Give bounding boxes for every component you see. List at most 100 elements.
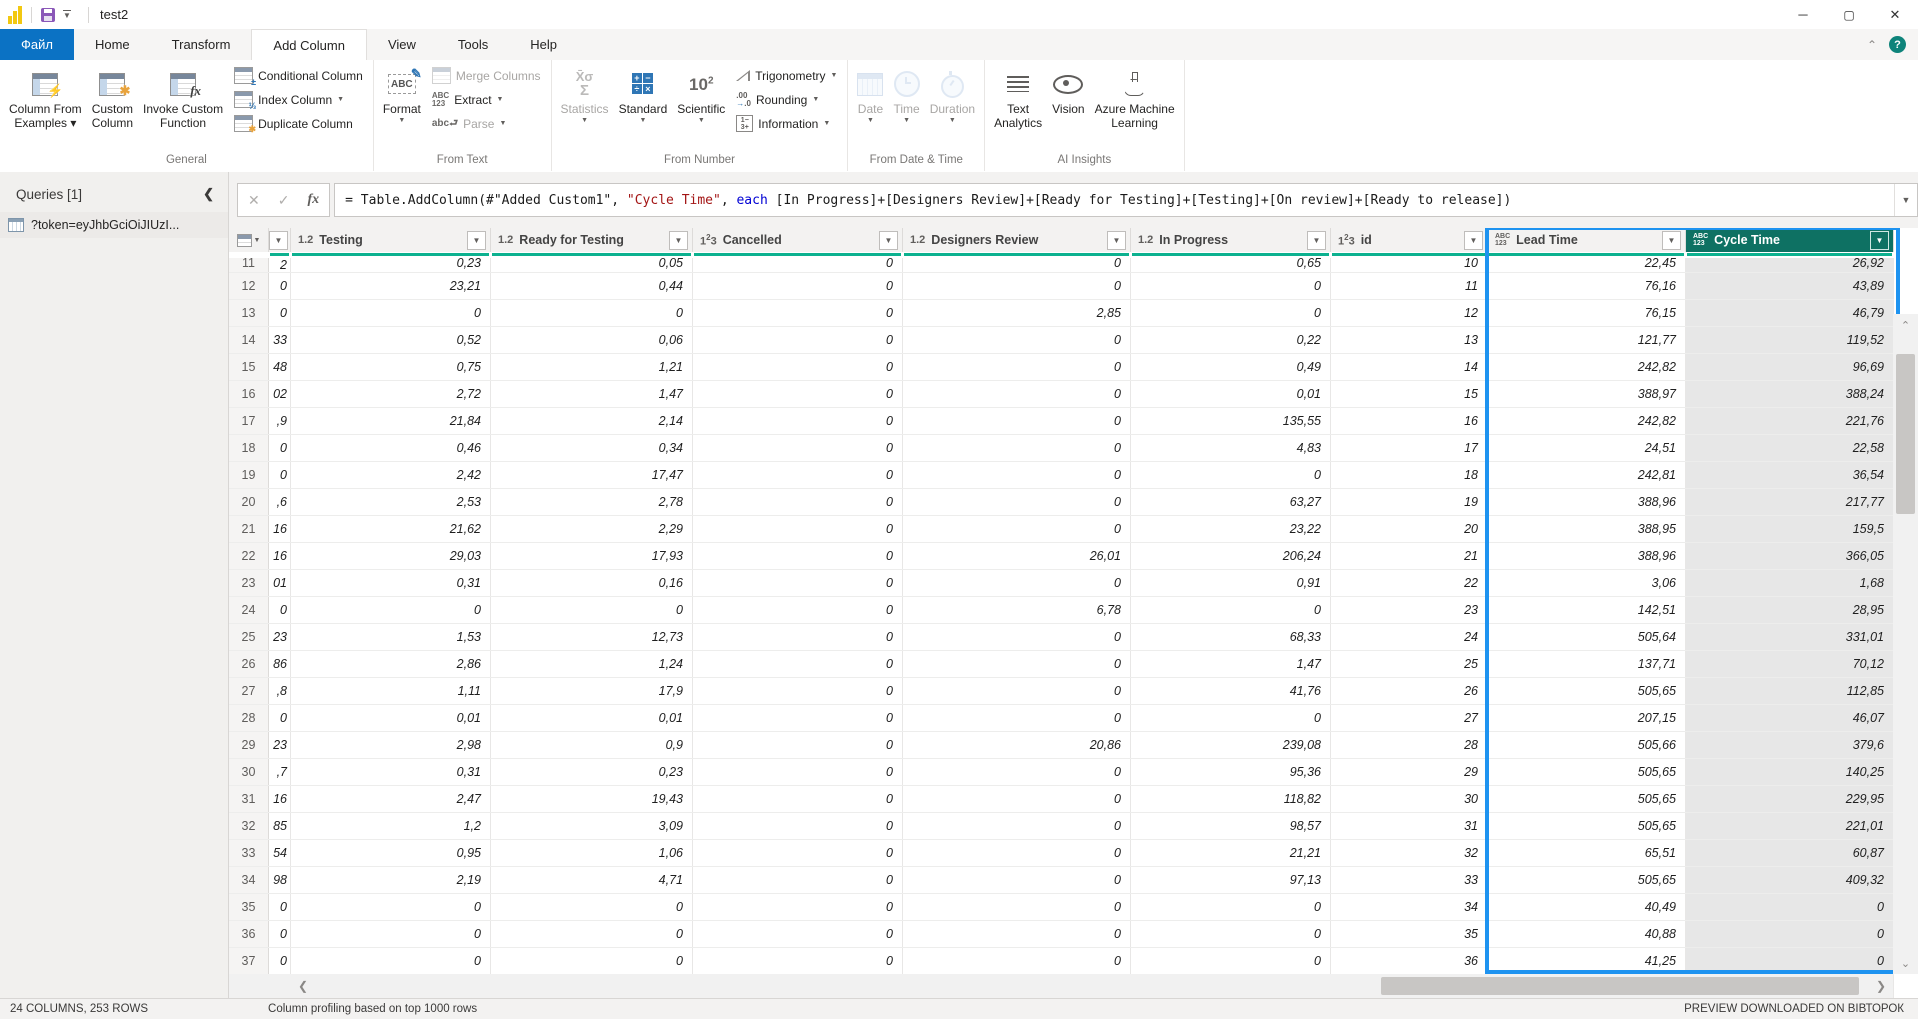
- row-number[interactable]: 23: [229, 570, 269, 596]
- cell-lead-time[interactable]: 505,65: [1488, 786, 1686, 812]
- row-number[interactable]: 14: [229, 327, 269, 353]
- cell-testing[interactable]: 21,84: [291, 408, 491, 434]
- cell-ready-for-testing[interactable]: 0: [491, 921, 693, 947]
- cell-cycle-time[interactable]: 28,95: [1686, 597, 1894, 623]
- cell-lead-time[interactable]: 505,66: [1488, 732, 1686, 758]
- cell-in-progress[interactable]: 4,83: [1131, 435, 1331, 461]
- vertical-scrollbar[interactable]: ⌃ ⌄: [1893, 314, 1918, 974]
- vision-button[interactable]: Vision: [1047, 63, 1089, 151]
- row-number[interactable]: 33: [229, 840, 269, 866]
- cell-testing[interactable]: 2,86: [291, 651, 491, 677]
- quick-access-toolbar-dropdown-icon[interactable]: ▼: [63, 10, 71, 20]
- cell-testing[interactable]: 0,31: [291, 759, 491, 785]
- cell-lead-time[interactable]: 22,45: [1488, 258, 1686, 272]
- cell-ready-for-testing[interactable]: 2,14: [491, 408, 693, 434]
- azure-machine-learning-button[interactable]: Azure Machine Learning: [1090, 63, 1180, 151]
- cell-clipped[interactable]: 0: [269, 597, 291, 623]
- cell-lead-time[interactable]: 505,65: [1488, 678, 1686, 704]
- column-header-cycle-time[interactable]: ABC123Cycle Time▼: [1686, 228, 1894, 252]
- cell-ready-for-testing[interactable]: 1,47: [491, 381, 693, 407]
- cell-in-progress[interactable]: 95,36: [1131, 759, 1331, 785]
- cell-clipped[interactable]: 16: [269, 543, 291, 569]
- row-number[interactable]: 32: [229, 813, 269, 839]
- cell-testing[interactable]: 29,03: [291, 543, 491, 569]
- cell-clipped[interactable]: 0: [269, 894, 291, 920]
- cell-id[interactable]: 33: [1331, 867, 1488, 893]
- cell-cancelled[interactable]: 0: [693, 300, 903, 326]
- cell-testing[interactable]: 0,46: [291, 435, 491, 461]
- cell-testing[interactable]: 0: [291, 921, 491, 947]
- cell-cancelled[interactable]: 0: [693, 327, 903, 353]
- cell-lead-time[interactable]: 388,97: [1488, 381, 1686, 407]
- select-all-corner-cell[interactable]: ▼: [229, 228, 269, 252]
- cell-cancelled[interactable]: 0: [693, 921, 903, 947]
- cell-lead-time[interactable]: 388,96: [1488, 489, 1686, 515]
- extract-button[interactable]: ABC123Extract▼: [432, 89, 541, 110]
- cell-id[interactable]: 34: [1331, 894, 1488, 920]
- cell-clipped[interactable]: ,6: [269, 489, 291, 515]
- cell-id[interactable]: 35: [1331, 921, 1488, 947]
- tab-tools[interactable]: Tools: [437, 29, 509, 60]
- cell-in-progress[interactable]: 1,47: [1131, 651, 1331, 677]
- statistics-button[interactable]: X̄σΣStatistics▼: [556, 63, 614, 151]
- cell-in-progress[interactable]: 41,76: [1131, 678, 1331, 704]
- cell-lead-time[interactable]: 388,96: [1488, 543, 1686, 569]
- cell-in-progress[interactable]: 118,82: [1131, 786, 1331, 812]
- cell-cycle-time[interactable]: 331,01: [1686, 624, 1894, 650]
- cell-designers-review[interactable]: 0: [903, 462, 1131, 488]
- cell-designers-review[interactable]: 0: [903, 273, 1131, 299]
- cell-cycle-time[interactable]: 221,76: [1686, 408, 1894, 434]
- text-analytics-button[interactable]: Text Analytics: [989, 63, 1047, 151]
- cell-id[interactable]: 15: [1331, 381, 1488, 407]
- tab-add-column[interactable]: Add Column: [251, 29, 367, 60]
- save-icon[interactable]: [41, 8, 55, 22]
- trigonometry-button[interactable]: Trigonometry▼: [736, 65, 837, 86]
- cell-lead-time[interactable]: 505,65: [1488, 759, 1686, 785]
- cell-cycle-time[interactable]: 0: [1686, 948, 1894, 974]
- cell-designers-review[interactable]: 0: [903, 786, 1131, 812]
- cell-cycle-time[interactable]: 26,92: [1686, 258, 1894, 272]
- custom-column-button[interactable]: ✱Custom Column: [87, 63, 138, 151]
- tab-transform[interactable]: Transform: [151, 29, 252, 60]
- tab-home[interactable]: Home: [74, 29, 151, 60]
- cell-in-progress[interactable]: 0: [1131, 273, 1331, 299]
- cell-in-progress[interactable]: 135,55: [1131, 408, 1331, 434]
- cell-ready-for-testing[interactable]: 0,06: [491, 327, 693, 353]
- cell-in-progress[interactable]: 0,65: [1131, 258, 1331, 272]
- cell-ready-for-testing[interactable]: 0,01: [491, 705, 693, 731]
- cell-cancelled[interactable]: 0: [693, 354, 903, 380]
- cell-ready-for-testing[interactable]: 0,16: [491, 570, 693, 596]
- formula-check-icon[interactable]: ✓: [278, 192, 290, 209]
- cell-designers-review[interactable]: 0: [903, 921, 1131, 947]
- cell-in-progress[interactable]: 21,21: [1131, 840, 1331, 866]
- cell-ready-for-testing[interactable]: 12,73: [491, 624, 693, 650]
- cell-lead-time[interactable]: 40,49: [1488, 894, 1686, 920]
- tab-view[interactable]: View: [367, 29, 437, 60]
- column-header-id[interactable]: 123id▼: [1331, 228, 1488, 252]
- cell-designers-review[interactable]: 20,86: [903, 732, 1131, 758]
- row-number[interactable]: 34: [229, 867, 269, 893]
- cell-clipped[interactable]: 2: [269, 258, 291, 272]
- cell-id[interactable]: 16: [1331, 408, 1488, 434]
- cell-testing[interactable]: 0: [291, 300, 491, 326]
- cell-cycle-time[interactable]: 43,89: [1686, 273, 1894, 299]
- cell-designers-review[interactable]: 0: [903, 381, 1131, 407]
- cell-id[interactable]: 29: [1331, 759, 1488, 785]
- cell-in-progress[interactable]: 98,57: [1131, 813, 1331, 839]
- row-number[interactable]: 17: [229, 408, 269, 434]
- cell-testing[interactable]: 21,62: [291, 516, 491, 542]
- cell-testing[interactable]: 0: [291, 597, 491, 623]
- cell-designers-review[interactable]: 0: [903, 813, 1131, 839]
- scroll-down-icon[interactable]: ⌄: [1893, 952, 1918, 974]
- cell-ready-for-testing[interactable]: 17,93: [491, 543, 693, 569]
- standard-button[interactable]: +−÷×Standard▼: [614, 63, 673, 151]
- column-header-in-progress[interactable]: 1.2In Progress▼: [1131, 228, 1331, 252]
- cell-in-progress[interactable]: 0,22: [1131, 327, 1331, 353]
- formula-expand-icon[interactable]: ▼: [1894, 184, 1917, 216]
- cell-ready-for-testing[interactable]: 0,23: [491, 759, 693, 785]
- column-from-examples-button[interactable]: ⚡Column From Examples ▾: [4, 63, 87, 151]
- horizontal-scrollbar[interactable]: ❮ ❯: [229, 974, 1893, 998]
- row-number[interactable]: 31: [229, 786, 269, 812]
- cell-cancelled[interactable]: 0: [693, 894, 903, 920]
- cell-designers-review[interactable]: 0: [903, 435, 1131, 461]
